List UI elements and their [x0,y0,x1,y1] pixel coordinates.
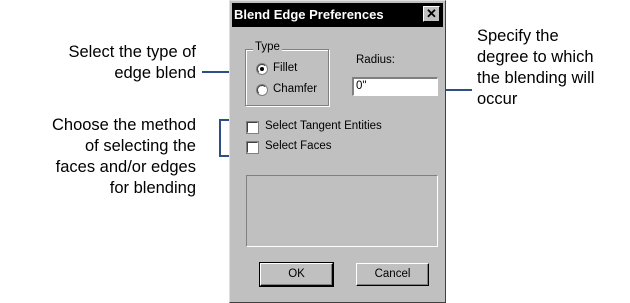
callout-method-line3: faces and/or edges [55,158,196,176]
blend-edge-dialog: Blend Edge Preferences ✕ Type Fillet Cha… [229,0,446,303]
dialog-titlebar[interactable]: Blend Edge Preferences ✕ [232,3,443,27]
callout-method-line1: Choose the method [51,116,196,134]
callout-type-line1: Select the type of [68,43,197,61]
callout-radius-line1: Specify the [477,27,559,45]
dialog-title: Blend Edge Preferences [234,7,384,22]
close-icon: ✕ [426,6,437,21]
callout-radius-line3: the blending will [477,69,595,87]
callout-method-line4: for blending [109,179,196,197]
callout-radius-line4: occur [477,90,518,108]
radius-input[interactable]: 0" [352,77,438,96]
type-group-label: Type [253,41,282,53]
close-button[interactable]: ✕ [423,6,440,22]
callout-radius-line2: degree to which [477,48,594,66]
callout-method-line2: of selecting the [85,137,196,155]
selection-listbox[interactable] [246,175,438,247]
chamfer-radio[interactable] [257,85,267,95]
callout-type-line2: edge blend [114,64,196,82]
radius-label: Radius: [356,54,395,66]
callout-method-text: Choose the method of selecting the faces… [6,115,196,199]
callout-type-text: Select the type of edge blend [34,42,197,84]
select-faces-checkbox[interactable] [247,142,258,153]
tangent-entities-label[interactable]: Select Tangent Entities [265,120,382,132]
select-faces-label[interactable]: Select Faces [265,140,331,152]
chamfer-label[interactable]: Chamfer [273,83,317,95]
cancel-button[interactable]: Cancel [356,263,429,286]
type-groupbox [245,49,329,106]
callout-radius-text: Specify the degree to which the blending… [477,26,594,110]
fillet-radio[interactable] [257,64,267,74]
fillet-label[interactable]: Fillet [273,62,297,74]
tangent-entities-checkbox[interactable] [247,122,258,133]
callout-method-bracket-vertical [219,119,221,157]
ok-button[interactable]: OK [259,262,334,287]
